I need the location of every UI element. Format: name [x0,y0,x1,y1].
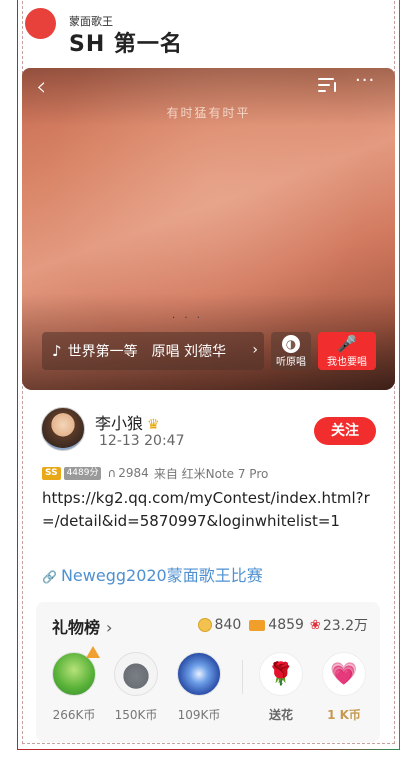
divider [242,660,243,694]
donor-amount: 109K币 [177,708,221,722]
gift-stats: 840 4859 ❀ 23.2万 [197,615,368,635]
crown-icon [86,646,100,658]
rose-icon: 🌹 [259,652,303,696]
donor-avatar [114,652,158,696]
sing-button[interactable]: 🎤 我也要唱 [318,332,376,370]
coin-icon [197,618,212,632]
donor-item[interactable]: 266K币 [50,646,100,723]
follow-button[interactable]: 关注 [314,417,376,445]
post-time: 12-13 20:47 [99,433,185,449]
donor-avatar [177,652,221,696]
score-badge: 4489分 [63,466,102,480]
card-count: 4859 [268,617,304,633]
headphone-icon: ◑ [282,335,300,353]
donor-amount: 266K币 [52,708,96,722]
listen-original-button[interactable]: ◑ 听原唱 [271,332,311,370]
level-badge: SS [42,466,61,480]
page: 蒙面歌王 SH 第一名 有时猛有时平 ‹ ··· · · · ♪ 世界第一等 原… [0,0,415,758]
link-icon: 🔗 [42,570,57,584]
gift-board: 礼物榜 › 840 4859 ❀ 23.2万 266K币 150K币 109K币 … [36,602,380,742]
song-label: 世界第一等 原唱 刘德华 [67,344,227,360]
crown-icon: ♛ [147,417,160,433]
listen-count: 2984 [118,466,149,480]
flower-count: 23.2万 [322,618,368,634]
playlist-icon[interactable] [318,76,340,94]
microphone-icon: 🎤 [337,334,357,353]
donor-avatar [52,652,96,696]
music-note-icon: ♪ [52,342,62,360]
video-figures: · · · [172,313,203,324]
heart-icon: 💗 [322,652,366,696]
meta-row: SS 4489分 ∩ 2984 来自 红米Note 7 Pro [42,465,268,481]
send-kcoin-button[interactable]: 💗 1 K币 [318,652,370,723]
gift-option-label: 1 K币 [327,708,361,722]
song-info-button[interactable]: ♪ 世界第一等 原唱 刘德华 › [42,332,264,370]
video-player[interactable]: 有时猛有时平 ‹ ··· · · · ♪ 世界第一等 原唱 刘德华 › ◑ 听原… [22,68,395,390]
post-text: https://kg2.qq.com/myContest/index.html?… [42,489,370,530]
contest-link[interactable]: 🔗 Newegg2020蒙面歌王比赛 [42,562,263,586]
coin-count: 840 [214,617,242,633]
avatar[interactable] [41,407,85,451]
brand-title: SH 第一名 [69,32,183,57]
source-text: 来自 红米Note 7 Pro [153,466,269,481]
username[interactable]: 李小狼 ♛ [95,410,160,434]
header: 蒙面歌王 SH 第一名 [24,6,384,62]
back-icon[interactable]: ‹ [36,72,46,102]
video-caption: 有时猛有时平 [166,106,251,120]
donor-amount: 150K币 [114,708,158,722]
listen-label: 听原唱 [276,357,306,368]
donor-item[interactable]: 109K币 [175,652,223,723]
chevron-right-icon: › [252,342,258,358]
flower-icon: ❀ [309,617,321,633]
gift-board-title[interactable]: 礼物榜 › [52,614,112,638]
more-icon[interactable]: ··· [355,70,375,91]
gift-option-label: 送花 [268,708,293,722]
chevron-right-icon: › [106,618,113,637]
headphone-icon: ∩ [107,466,117,480]
send-flower-button[interactable]: 🌹 送花 [255,652,307,723]
donor-item[interactable]: 150K币 [112,652,160,723]
ticket-icon [249,619,266,631]
user-row: 李小狼 ♛ 12-13 20:47 关注 [41,407,377,455]
brand-logo-icon [24,6,58,59]
sing-label: 我也要唱 [327,357,367,368]
